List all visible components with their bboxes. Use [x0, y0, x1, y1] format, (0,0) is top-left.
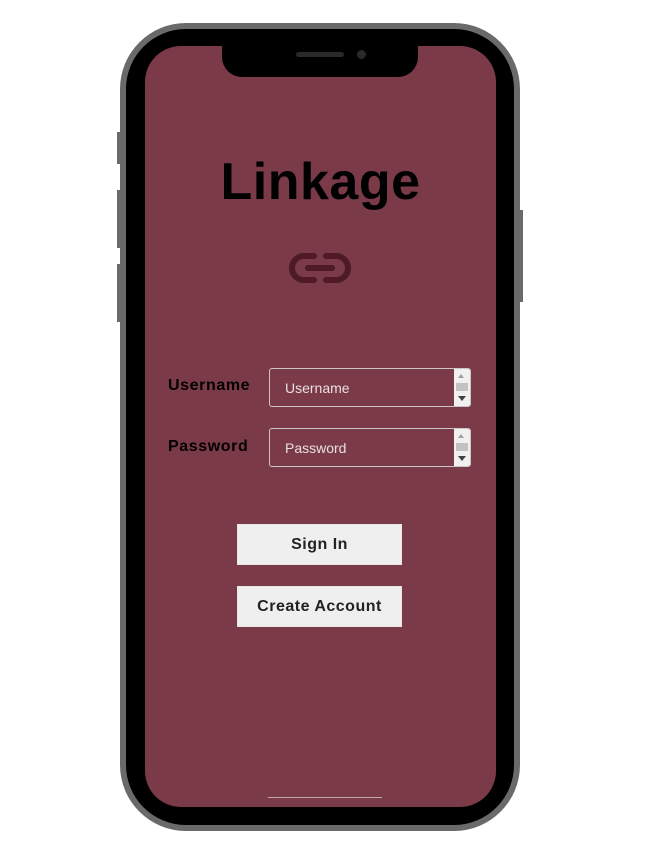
- scroll-down-arrow-icon[interactable]: [458, 396, 466, 401]
- scroll-up-arrow-icon[interactable]: [458, 434, 464, 438]
- home-indicator: [268, 797, 382, 798]
- front-camera: [357, 50, 366, 59]
- scroll-down-arrow-icon[interactable]: [458, 456, 466, 461]
- scroll-thumb[interactable]: [456, 443, 468, 451]
- phone-notch: [222, 40, 418, 77]
- create-account-button[interactable]: Create Account: [237, 586, 402, 627]
- username-field-container: [269, 368, 471, 407]
- username-input[interactable]: [270, 369, 455, 406]
- sign-in-button[interactable]: Sign In: [237, 524, 402, 565]
- speaker-grille: [296, 52, 344, 57]
- scroll-thumb[interactable]: [456, 383, 468, 391]
- password-field-container: [269, 428, 471, 467]
- username-scrollbar[interactable]: [454, 369, 470, 406]
- password-label: Password: [168, 438, 249, 455]
- scroll-up-arrow-icon[interactable]: [458, 374, 464, 378]
- password-input[interactable]: [270, 429, 455, 466]
- username-label: Username: [168, 377, 251, 394]
- link-icon: [289, 253, 351, 283]
- app-title: Linkage: [220, 153, 421, 211]
- password-scrollbar[interactable]: [454, 429, 470, 466]
